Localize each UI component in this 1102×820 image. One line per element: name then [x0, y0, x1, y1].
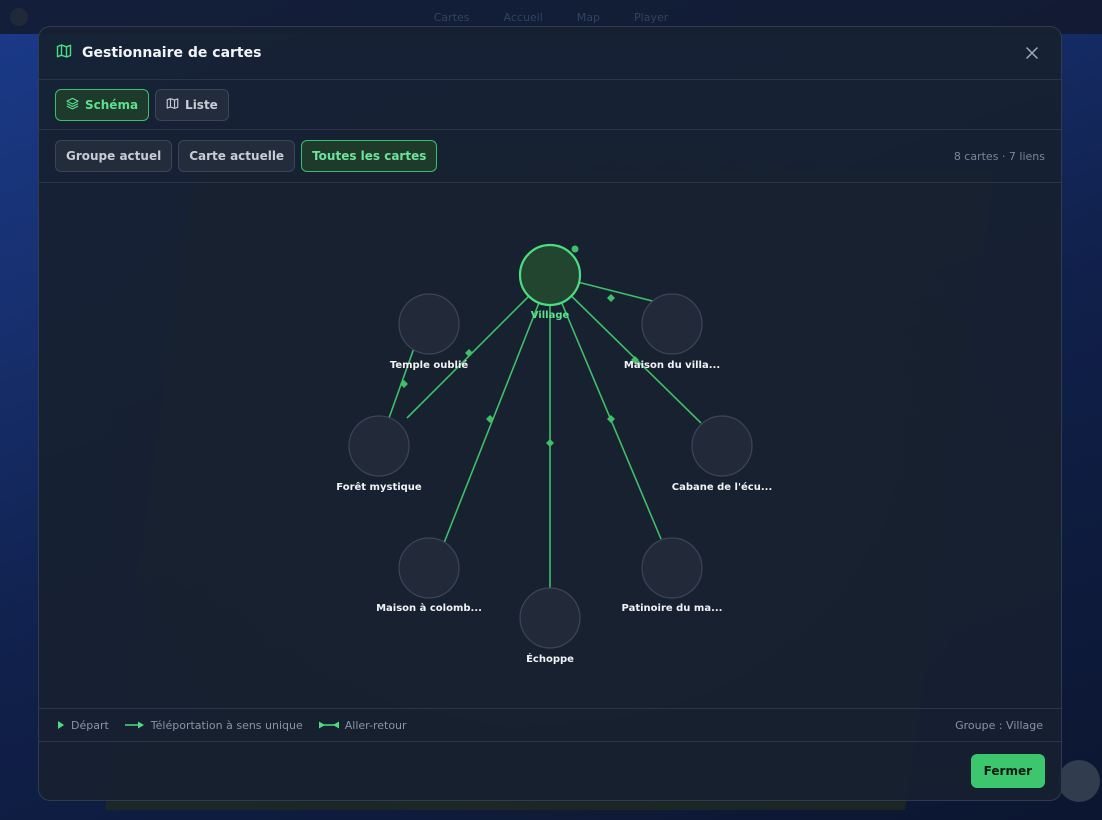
- tab-label: Liste: [185, 97, 218, 112]
- background-nav-item: Map: [576, 10, 601, 24]
- arrow-right-icon: [124, 721, 144, 729]
- legend-group: Groupe : Village: [955, 718, 1043, 732]
- map-manager-dialog: Gestionnaire de cartes Schéma Liste Grou…: [38, 26, 1062, 801]
- legend-one-way: Téléportation à sens unique: [124, 718, 303, 732]
- edge-arrow-marker: [486, 415, 494, 423]
- map-node-foret-mystique: [348, 415, 410, 477]
- legend-two-way: Aller-retour: [318, 718, 407, 732]
- play-icon: [58, 721, 64, 729]
- close-button[interactable]: Fermer: [970, 754, 1045, 788]
- view-tabs: Schéma Liste: [39, 80, 1061, 130]
- background-corner-button: [1058, 760, 1100, 802]
- close-icon[interactable]: [1020, 41, 1044, 65]
- graph-legend: Départ Téléportation à sens unique Aller…: [39, 709, 1061, 742]
- edge-arrow-marker: [546, 439, 554, 447]
- map-graph: Village Temple oublié Maison du villa...…: [39, 183, 1061, 709]
- background-menu-icon: [10, 8, 28, 26]
- layers-icon: [66, 97, 79, 113]
- map-icon: [166, 97, 179, 113]
- filter-current-group[interactable]: Groupe actuel: [55, 140, 173, 172]
- dialog-title: Gestionnaire de cartes: [82, 45, 262, 61]
- tab-liste[interactable]: Liste: [155, 88, 229, 121]
- dialog-footer: Fermer: [39, 742, 1061, 800]
- background-nav-item: Cartes: [433, 10, 470, 24]
- node-label-foret-mystique: Forêt mystique: [336, 482, 422, 493]
- arrow-both-icon: [318, 721, 339, 729]
- map-node-maison-du-village: [641, 293, 703, 355]
- map-node-maison-colombages: [398, 537, 460, 599]
- legend-two-way-label: Aller-retour: [344, 718, 407, 732]
- map-node-temple-oublie: [398, 293, 460, 355]
- edge-arrow-marker: [607, 294, 615, 302]
- dialog-header: Gestionnaire de cartes: [39, 27, 1061, 80]
- map-node-cabane: [691, 415, 753, 477]
- edge-arrow-marker: [400, 380, 408, 388]
- map-node-village: [518, 243, 582, 307]
- filter-current-map[interactable]: Carte actuelle: [178, 140, 296, 172]
- map-graph-canvas: [348, 243, 753, 649]
- map-icon: [56, 43, 72, 63]
- node-label-patinoire: Patinoire du ma...: [621, 603, 723, 614]
- map-link-count: 8 cartes · 7 liens: [953, 149, 1045, 163]
- edge-arrow-marker: [465, 349, 473, 357]
- edge-arrow-marker: [607, 415, 615, 423]
- tab-schema[interactable]: Schéma: [55, 88, 150, 121]
- legend-one-way-label: Téléportation à sens unique: [150, 718, 303, 732]
- map-node-patinoire: [641, 537, 703, 599]
- background-nav-item: Player: [634, 10, 669, 24]
- filter-row: Groupe actuel Carte actuelle Toutes les …: [39, 130, 1061, 183]
- filter-all-maps[interactable]: Toutes les cartes: [301, 140, 438, 172]
- start-marker: [571, 245, 579, 253]
- node-label-maison-colombages: Maison à colomb...: [376, 603, 482, 614]
- node-label-echoppe: Échoppe: [526, 654, 574, 665]
- tab-label: Schéma: [85, 97, 139, 112]
- background-nav-item: Accueil: [503, 10, 543, 24]
- node-label-maison-du-village: Maison du villa...: [623, 360, 721, 371]
- node-label-village: Village: [530, 310, 570, 321]
- map-node-echoppe: [519, 587, 581, 649]
- legend-start-label: Départ: [71, 718, 109, 732]
- legend-start: Départ: [57, 719, 109, 732]
- node-label-cabane: Cabane de l'écu...: [671, 482, 773, 493]
- node-label-temple-oublie: Temple oublié: [389, 360, 469, 371]
